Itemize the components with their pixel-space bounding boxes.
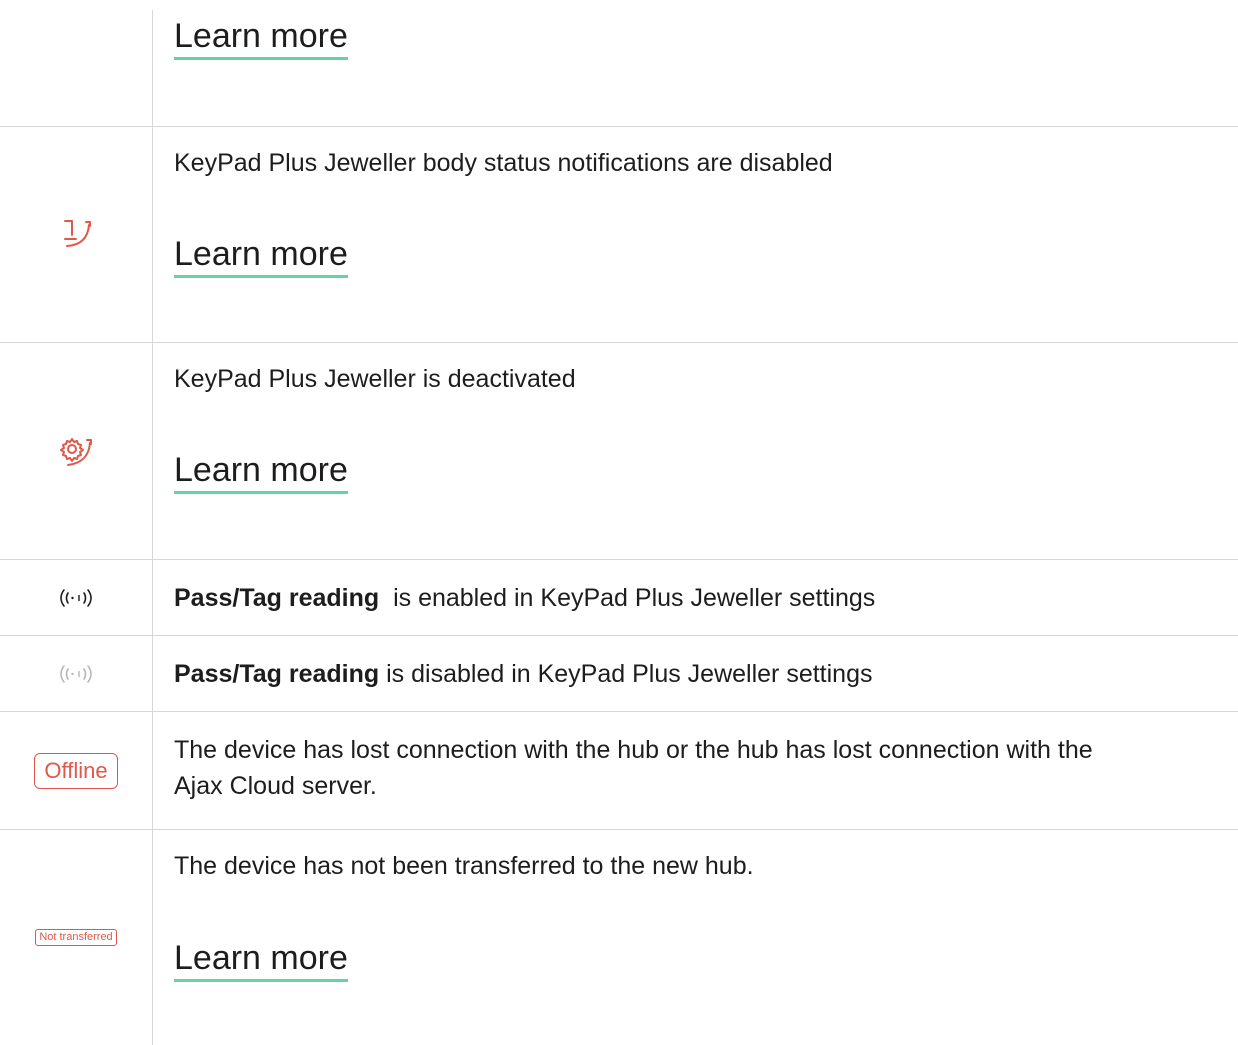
table-row: Learn more [0, 0, 1238, 127]
body-status-disabled-icon [0, 127, 152, 343]
row-description: The device has lost connection with the … [174, 732, 1218, 804]
row-description: The device has not been transferred to t… [174, 852, 754, 880]
pass-tag-enabled-icon [0, 560, 152, 636]
table-row: Not transferred The device has not been … [0, 830, 1238, 1045]
status-table: Learn more KeyPad Plus Jeweller body sta… [0, 0, 1238, 1045]
row-text-line: Ajax Cloud server. [174, 772, 377, 800]
learn-more-link[interactable]: Learn more [174, 234, 348, 278]
row-text: is disabled in KeyPad Plus Jeweller sett… [379, 660, 873, 688]
table-row: Pass/Tag reading is disabled in KeyPad P… [0, 636, 1238, 712]
learn-more-link[interactable]: Learn more [174, 450, 348, 494]
table-row: Offline The device has lost connection w… [0, 712, 1238, 830]
row-text-line: The device has lost connection with the … [174, 736, 1093, 764]
learn-more-link[interactable]: Learn more [174, 938, 348, 982]
gear-deactivated-icon [0, 343, 152, 560]
pass-tag-label: Pass/Tag reading [174, 660, 380, 688]
table-row: KeyPad Plus Jeweller is deactivated Lear… [0, 343, 1238, 560]
row-text: is enabled in KeyPad Plus Jeweller setti… [379, 584, 876, 612]
offline-badge: Offline [34, 753, 118, 789]
row-description: KeyPad Plus Jeweller is deactivated [174, 365, 576, 393]
table-row: KeyPad Plus Jeweller body status notific… [0, 127, 1238, 343]
pass-tag-label: Pass/Tag reading [174, 584, 380, 612]
not-transferred-badge: Not transferred [35, 929, 117, 946]
not-transferred-badge-cell: Not transferred [0, 830, 152, 1045]
row-description: Pass/Tag reading is enabled in KeyPad Pl… [174, 580, 1218, 616]
offline-badge-cell: Offline [0, 712, 152, 830]
row-description: Pass/Tag reading is disabled in KeyPad P… [174, 656, 1218, 692]
pass-tag-disabled-icon [0, 636, 152, 712]
row-description: KeyPad Plus Jeweller body status notific… [174, 149, 833, 177]
table-row: Pass/Tag reading is enabled in KeyPad Pl… [0, 560, 1238, 636]
learn-more-link[interactable]: Learn more [174, 16, 348, 60]
